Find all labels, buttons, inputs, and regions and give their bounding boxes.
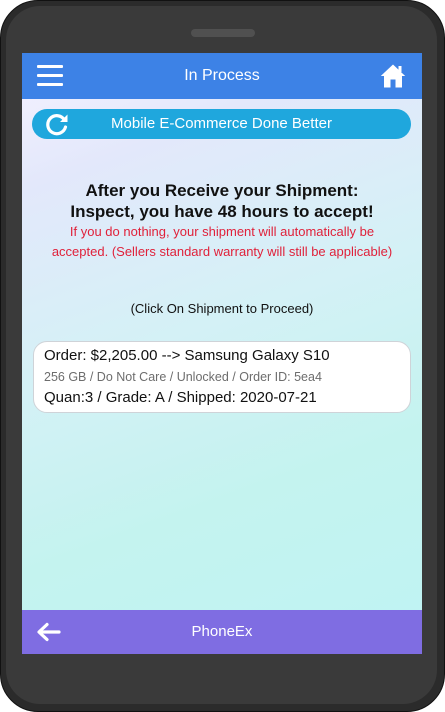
bottom-app-bar: PhoneEx: [22, 610, 422, 654]
shipment-order-card[interactable]: Order: $2,205.00 --> Samsung Galaxy S10 …: [33, 341, 411, 413]
arrow-left-icon[interactable]: [36, 622, 62, 642]
app-name: PhoneEx: [191, 623, 253, 640]
order-shipping-info: Quan:3 / Grade: A / Shipped: 2020-07-21: [44, 389, 317, 406]
notice-headline-line-1: After you Receive your Shipment:: [85, 181, 359, 200]
page-title: In Process: [184, 67, 260, 84]
notice-headline-line-2: Inspect, you have 48 hours to accept!: [70, 202, 374, 221]
top-app-bar: In Process: [22, 53, 422, 99]
speaker-grille: [191, 29, 255, 37]
app-screen: In Process Mobile E-Commerce Done Better…: [22, 53, 422, 654]
notice-headline: After you Receive your Shipment: Inspect…: [22, 180, 422, 222]
hamburger-menu-icon[interactable]: [37, 64, 63, 88]
home-icon[interactable]: [380, 63, 406, 89]
warning-text: If you do nothing, your shipment will au…: [51, 224, 393, 259]
order-details: 256 GB / Do Not Care / Unlocked / Order …: [44, 370, 322, 384]
banner-label: Mobile E-Commerce Done Better: [111, 115, 332, 132]
phone-frame: In Process Mobile E-Commerce Done Better…: [0, 0, 445, 712]
instruction-text: (Click On Shipment to Proceed): [130, 301, 314, 316]
order-summary: Order: $2,205.00 --> Samsung Galaxy S10: [44, 347, 330, 364]
promo-banner[interactable]: Mobile E-Commerce Done Better: [32, 109, 411, 139]
